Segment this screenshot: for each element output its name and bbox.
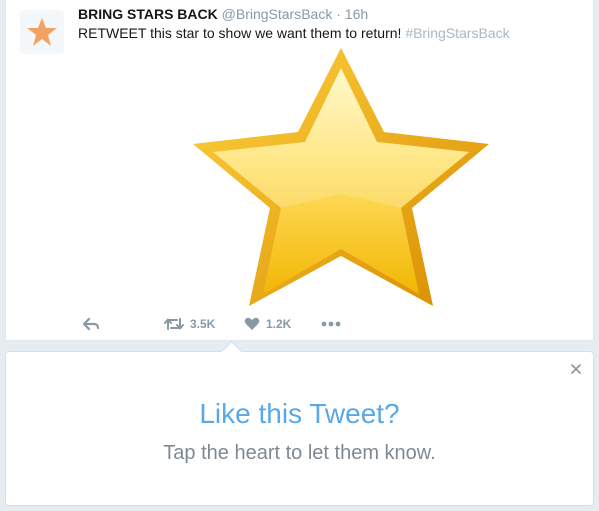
star-icon [27, 18, 57, 46]
like-count: 1.2K [266, 317, 292, 331]
reply-button[interactable] [82, 314, 100, 334]
avatar[interactable] [20, 10, 64, 54]
close-button[interactable] [567, 360, 585, 378]
gold-star-icon [193, 48, 489, 306]
user-handle[interactable]: @BringStarsBack [222, 6, 333, 22]
more-button[interactable] [321, 314, 341, 334]
tweet-media[interactable] [191, 44, 491, 306]
separator-dot: · [336, 6, 341, 22]
timestamp[interactable]: 16h [345, 6, 368, 22]
prompt-pointer [220, 340, 243, 363]
tweet-card: BRING STARS BACK @BringStarsBack · 16h R… [5, 0, 594, 341]
close-icon [571, 364, 581, 374]
more-icon [321, 321, 341, 327]
reply-icon [82, 317, 100, 331]
retweet-icon [164, 318, 184, 330]
retweet-count: 3.5K [190, 317, 216, 331]
hashtag-link[interactable]: #BringStarsBack [405, 25, 509, 41]
tweet-header: BRING STARS BACK @BringStarsBack · 16h [78, 5, 368, 23]
prompt-title: Like this Tweet? [199, 398, 400, 429]
like-prompt-card: Like this Tweet? Tap the heart to let th… [5, 340, 594, 506]
prompt-subtitle: Tap the heart to let them know. [163, 442, 436, 464]
tweet-actions: 3.5K 1.2K [76, 314, 376, 334]
tweet-text: RETWEET this star to show we want them t… [78, 24, 510, 42]
display-name[interactable]: BRING STARS BACK [78, 6, 218, 22]
retweet-button[interactable]: 3.5K [164, 314, 215, 334]
tweet-text-content: RETWEET this star to show we want them t… [78, 25, 402, 41]
like-button[interactable]: 1.2K [244, 314, 291, 334]
heart-icon [244, 317, 260, 330]
